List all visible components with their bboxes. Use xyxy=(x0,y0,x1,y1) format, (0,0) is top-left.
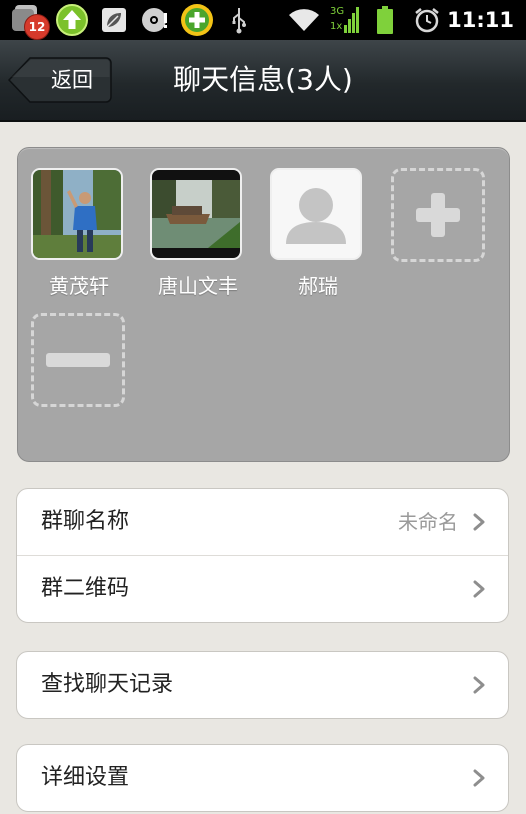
plus-shield-app-icon xyxy=(178,0,216,40)
group-name-label: 群聊名称 xyxy=(41,509,130,534)
search-chat-history-label: 查找聊天记录 xyxy=(41,672,174,697)
member-name: 唐山文丰 xyxy=(158,274,238,298)
title-bar: 返回 聊天信息(3人) xyxy=(0,40,526,122)
group-qr-code-row[interactable]: 群二维码 xyxy=(17,555,508,622)
minus-icon xyxy=(46,353,110,367)
member-avatar-photo[interactable] xyxy=(150,168,242,260)
status-bar: 12 3G 1x 11:11 xyxy=(0,0,526,40)
status-time: 11:11 xyxy=(447,8,514,32)
chevron-right-icon xyxy=(473,769,485,787)
default-avatar-icon[interactable] xyxy=(270,168,362,260)
chevron-right-icon xyxy=(473,676,485,694)
signal-3g-icon: 3G 1x xyxy=(328,0,362,40)
svg-text:1x: 1x xyxy=(330,21,342,32)
upload-arrow-icon xyxy=(54,0,90,40)
group-info-section: 群聊名称 未命名 群二维码 xyxy=(16,488,509,623)
member-avatar-photo[interactable] xyxy=(31,168,123,260)
member-item[interactable]: 黄茂轩 xyxy=(31,168,127,299)
leaf-app-icon xyxy=(98,0,130,40)
remove-member-button[interactable] xyxy=(31,313,125,407)
search-history-section: 查找聊天记录 xyxy=(16,651,509,719)
detail-settings-section: 详细设置 xyxy=(16,744,509,812)
group-name-row[interactable]: 群聊名称 未命名 xyxy=(17,489,508,555)
member-name: 郝瑞 xyxy=(298,274,338,298)
search-chat-history-row[interactable]: 查找聊天记录 xyxy=(17,652,508,718)
member-item[interactable]: 郝瑞 xyxy=(270,168,366,299)
plus-icon xyxy=(416,193,460,237)
svg-text:3G: 3G xyxy=(330,6,344,17)
members-panel: 黄茂轩 唐山文丰 郝瑞 xyxy=(17,147,510,462)
back-button-label: 返回 xyxy=(51,68,93,92)
group-qr-code-label: 群二维码 xyxy=(41,576,130,601)
usb-icon xyxy=(226,0,252,40)
member-item[interactable]: 唐山文丰 xyxy=(150,168,246,299)
chevron-right-icon xyxy=(473,513,485,531)
member-name: 黄茂轩 xyxy=(49,274,109,298)
wifi-icon xyxy=(284,0,324,40)
add-member-button[interactable] xyxy=(391,168,485,262)
battery-icon xyxy=(372,0,398,40)
detail-settings-label: 详细设置 xyxy=(41,765,130,790)
notification-count-badge: 12 xyxy=(24,14,50,40)
group-name-value: 未命名 xyxy=(398,510,458,534)
disc-icon xyxy=(138,0,172,40)
detail-settings-row[interactable]: 详细设置 xyxy=(17,745,508,811)
chevron-right-icon xyxy=(473,580,485,598)
alarm-clock-icon xyxy=(412,0,442,40)
back-button[interactable]: 返回 xyxy=(8,57,112,103)
